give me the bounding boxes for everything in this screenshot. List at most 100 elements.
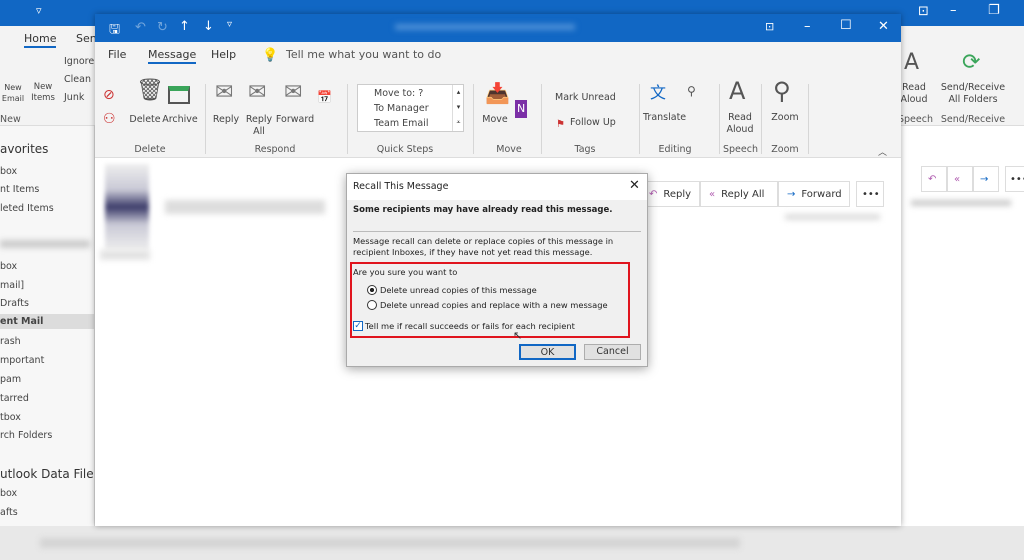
folder-important[interactable]: mportant xyxy=(0,355,44,366)
forward-ribbon-button[interactable]: Forward xyxy=(275,114,315,126)
data-file-header[interactable]: utlook Data File xyxy=(0,467,94,481)
reading-pane-main: ↶ « → ••• xyxy=(901,126,1024,526)
folder-drafts[interactable]: Drafts xyxy=(0,298,29,309)
ignore-icon[interactable]: ⊘ xyxy=(103,86,115,104)
tell-me-checkbox-row[interactable]: ✓ Tell me if recall succeeds or fails fo… xyxy=(353,321,575,331)
group-send-receive: Send/Receive xyxy=(940,114,1006,125)
divider xyxy=(353,231,641,232)
ribbon-display-icon[interactable]: ⊡ xyxy=(918,4,929,19)
next-item-icon[interactable]: ↓ xyxy=(203,19,214,34)
radio-delete[interactable] xyxy=(367,285,377,295)
sender-avatar xyxy=(105,164,149,250)
ignore-button[interactable]: Ignore xyxy=(64,56,94,68)
zoom-icon: ⚲ xyxy=(773,77,791,105)
new-items-button[interactable]: New Items xyxy=(26,82,60,104)
follow-up-button[interactable]: Follow Up xyxy=(570,117,616,129)
reply-icon-main[interactable]: ↶ xyxy=(921,166,947,192)
tab-home[interactable]: Home xyxy=(24,32,57,48)
redo-icon[interactable]: ↻ xyxy=(157,20,168,35)
move-button[interactable]: Move xyxy=(479,114,511,126)
send-receive-all-button[interactable]: Send/Receive All Folders xyxy=(940,82,1006,106)
quick-steps-scroll[interactable]: ▴ ▾ ⩡ xyxy=(452,85,464,131)
folder-starred[interactable]: tarred xyxy=(0,393,29,404)
minimize-main-button[interactable]: – xyxy=(950,3,957,18)
data-file-drafts[interactable]: afts xyxy=(0,507,18,518)
save-icon[interactable]: 🖫 xyxy=(109,20,120,42)
option-replace[interactable]: Delete unread copies and replace with a … xyxy=(367,300,608,310)
restore-main-button[interactable]: ❐ xyxy=(988,3,1000,18)
data-file-inbox[interactable]: box xyxy=(0,488,17,499)
read-aloud-button[interactable]: Read Aloud xyxy=(723,112,757,136)
ribbon-display-options-icon[interactable]: ⊡ xyxy=(765,20,774,33)
folder-search-folders[interactable]: rch Folders xyxy=(0,430,52,441)
mark-unread-button[interactable]: Mark Unread xyxy=(555,92,616,104)
tab-help[interactable]: Help xyxy=(211,48,236,61)
previous-item-icon[interactable]: ↑ xyxy=(179,19,190,34)
reply-all-icon-main[interactable]: « xyxy=(947,166,973,192)
folder-sent-fav[interactable]: nt Items xyxy=(0,184,39,195)
folder-sent-mail[interactable]: ent Mail xyxy=(0,314,94,329)
read-aloud-main-button[interactable]: Read Aloud xyxy=(898,82,930,106)
more-actions-button[interactable]: ••• xyxy=(856,181,884,207)
trash-icon: 🗑 xyxy=(136,78,164,103)
folder-trash[interactable]: rash xyxy=(0,336,21,347)
clean-up-button[interactable]: Clean xyxy=(64,74,91,86)
reply-all-label: Reply All xyxy=(721,188,765,200)
undo-icon[interactable]: ↶ xyxy=(135,20,146,35)
reply-button[interactable]: ↶ Reply xyxy=(640,181,700,207)
radio-replace[interactable] xyxy=(367,300,377,310)
onenote-icon[interactable]: N xyxy=(515,100,528,118)
reply-all-button[interactable]: « Reply All xyxy=(700,181,778,207)
archive-button[interactable]: Archive xyxy=(161,114,199,126)
dialog-close-button[interactable]: ✕ xyxy=(629,178,640,193)
forward-envelope-icon: ✉ xyxy=(284,80,303,105)
tell-me-label: Tell me if recall succeeds or fails for … xyxy=(365,321,575,331)
minimize-button[interactable]: – xyxy=(804,19,811,34)
archive-icon xyxy=(168,86,190,104)
forward-button[interactable]: → Forward xyxy=(778,181,850,207)
reply-label: Reply xyxy=(663,188,692,200)
forward-icon-main[interactable]: → xyxy=(973,166,999,192)
dialog-description: Message recall can delete or replace cop… xyxy=(353,236,614,257)
close-button[interactable]: ✕ xyxy=(878,19,889,34)
tab-message[interactable]: Message xyxy=(148,48,197,64)
cancel-button[interactable]: Cancel xyxy=(584,344,641,360)
group-speech-main: Speech xyxy=(898,114,933,125)
group-delete: Delete xyxy=(134,144,166,155)
folder-outbox[interactable]: tbox xyxy=(0,412,21,423)
meeting-icon[interactable]: 📅 xyxy=(317,88,332,106)
maximize-button[interactable]: ☐ xyxy=(840,18,852,33)
dialog-title: Recall This Message xyxy=(353,181,449,192)
folder-deleted-fav[interactable]: leted Items xyxy=(0,203,54,214)
junk-button[interactable]: Junk xyxy=(64,92,84,104)
zoom-button[interactable]: Zoom xyxy=(767,112,803,124)
message-ribbon: File Message Help 💡 Tell me what you wan… xyxy=(95,42,901,158)
quick-step-to-manager[interactable]: To Manager xyxy=(374,103,429,115)
collapse-ribbon-icon[interactable]: ︿ xyxy=(878,144,887,162)
to-blurred xyxy=(100,250,150,260)
translate-button[interactable]: Translate xyxy=(643,112,686,124)
quick-step-move-to[interactable]: Move to: ? xyxy=(374,88,423,100)
customize-qat-icon[interactable]: ▿ xyxy=(227,19,232,30)
ok-button[interactable]: OK xyxy=(519,344,576,360)
quick-step-team-email[interactable]: Team Email xyxy=(374,118,429,130)
tab-file[interactable]: File xyxy=(108,48,126,61)
dialog-title-bar: Recall This Message ✕ xyxy=(347,174,647,200)
folder-inbox-fav[interactable]: box xyxy=(0,166,17,177)
find-icon[interactable]: ⚲ xyxy=(687,82,696,100)
date-blurred xyxy=(785,214,880,220)
favorites-header[interactable]: avorites xyxy=(0,142,48,156)
tell-me-checkbox[interactable]: ✓ xyxy=(353,321,363,331)
folder-inbox[interactable]: box xyxy=(0,261,17,272)
folder-gmail[interactable]: mail] xyxy=(0,280,24,291)
tell-me-search[interactable]: Tell me what you want to do xyxy=(286,48,441,61)
reply-ribbon-button[interactable]: Reply xyxy=(209,114,243,126)
more-actions-main[interactable]: ••• xyxy=(1005,166,1024,192)
option-delete[interactable]: Delete unread copies of this message xyxy=(367,285,537,295)
new-email-button[interactable]: New Email xyxy=(0,82,26,104)
delete-button[interactable]: Delete xyxy=(127,114,163,126)
reply-all-ribbon-button[interactable]: Reply All xyxy=(241,114,277,138)
quick-access-icon[interactable]: ▿ xyxy=(36,4,42,17)
block-sender-icon[interactable]: ⚇ xyxy=(103,110,116,128)
folder-spam[interactable]: pam xyxy=(0,374,21,385)
